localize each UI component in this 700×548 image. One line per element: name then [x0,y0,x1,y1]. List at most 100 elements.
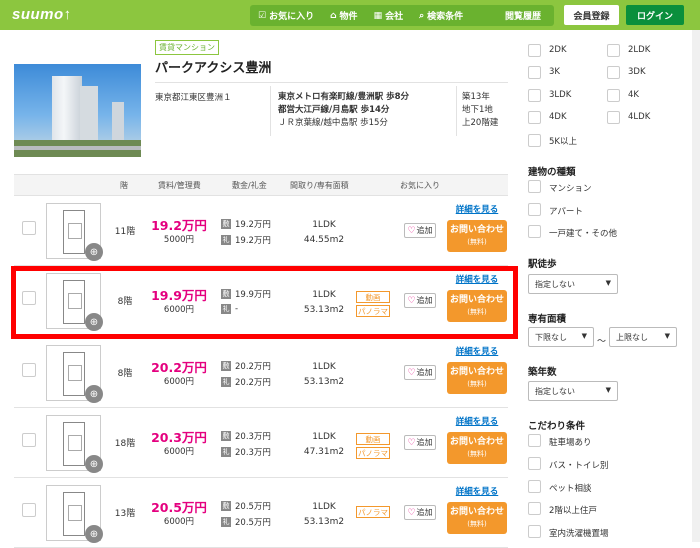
key-money-value: 19.2万円 [235,236,271,246]
preference-checkbox[interactable] [528,480,541,493]
area-min-select[interactable]: 下限なし ▼ [528,327,594,347]
preferences-title: こだわり条件 [528,421,586,432]
type-label: マンション [549,184,592,194]
key-money-icon: 礼 [221,235,231,245]
suumo-logo[interactable]: suumo↑ [12,6,72,23]
inquiry-label: お問い合わせ [449,225,504,235]
history-link[interactable]: 閲覧履歴 [505,9,541,22]
row-checkbox[interactable] [22,363,36,377]
col-deposit: 敷金/礼金 [232,181,267,190]
detail-link[interactable]: 詳細を見る [452,345,502,357]
inquiry-button[interactable]: お問い合わせ (無料) [447,432,507,464]
chevron-down-icon: ▼ [605,279,611,287]
layout-checkbox[interactable] [528,111,541,124]
layout-checkbox[interactable] [607,111,620,124]
add-favorite-button[interactable]: ♡ 追加 [404,435,436,450]
layout-label: 2DK [549,45,567,55]
age-select[interactable]: 指定しない ▼ [528,381,618,401]
row-checkbox[interactable] [22,503,36,517]
favorite-label: 追加 [416,368,433,377]
zoom-icon[interactable]: ⊕ [85,243,103,261]
nav-label: 物件 [339,12,358,22]
detail-link[interactable]: 詳細を見る [452,485,502,497]
area-min-value: 下限なし [535,333,567,342]
type-label: アパート [549,207,583,217]
layout: 1LDK [312,432,336,442]
inquiry-label: お問い合わせ [449,367,504,377]
layout-label: 3DK [628,67,646,77]
deposit-icon: 敷 [221,501,231,511]
building-floors: 上20階建 [462,118,499,128]
register-button[interactable]: 会員登録 [564,5,619,25]
layout-checkbox[interactable] [528,66,541,79]
deposit: 敷 20.2万円 [221,360,271,372]
building-type-title: 建物の種類 [528,167,576,178]
inquiry-button[interactable]: お問い合わせ (無料) [447,502,507,534]
detail-link[interactable]: 詳細を見る [452,203,502,215]
building-photo[interactable] [14,64,141,157]
zoom-icon[interactable]: ⊕ [85,455,103,473]
inquiry-sub: (無料) [467,380,487,388]
management-fee: 6000円 [163,377,195,387]
inquiry-button[interactable]: お問い合わせ (無料) [447,362,507,394]
area: 44.55m2 [303,235,345,245]
table-row: ⊕ 11階 19.2万円 5000円 敷 19.2万円礼 19.2万円 1LDK 44.55m2… [14,196,508,266]
col-floor: 階 [120,181,128,190]
rent: 20.5万円 [151,500,207,515]
media-badge[interactable]: パノラマ [356,447,390,459]
area: 47.31m2 [303,447,345,457]
nav-favorites[interactable]: ☑ お気に入り [250,9,322,23]
row-checkbox[interactable] [22,221,36,235]
zoom-icon[interactable]: ⊕ [85,525,103,543]
layout-checkbox[interactable] [607,44,620,57]
nav-properties[interactable]: ⌂ 物件 [322,9,365,23]
nav-companies[interactable]: ▦ 会社 [366,9,412,23]
detail-link[interactable]: 詳細を見る [452,415,502,427]
type-checkbox[interactable] [528,225,541,238]
building-icon: ▦ [373,10,383,21]
deposit-value: 19.2万円 [235,220,271,230]
inquiry-button[interactable]: お問い合わせ (無料) [447,220,507,252]
add-favorite-button[interactable]: ♡ 追加 [404,365,436,380]
key-money-icon: 礼 [221,447,231,457]
heart-icon: ♡ [407,225,416,236]
col-rent: 賃料/管理費 [158,181,201,190]
deposit-value: 20.5万円 [235,502,271,512]
add-favorite-button[interactable]: ♡ 追加 [404,505,436,520]
layout-checkbox[interactable] [528,89,541,102]
walk-select[interactable]: 指定しない ▼ [528,274,618,294]
layout-checkbox[interactable] [607,66,620,79]
row-checkbox[interactable] [22,433,36,447]
add-favorite-button[interactable]: ♡ 追加 [404,223,436,238]
nav-label: お気に入り [269,12,315,22]
preference-checkbox[interactable] [528,434,541,447]
nav-search-conditions[interactable]: ⌕ 検索条件 [411,9,471,23]
zoom-icon[interactable]: ⊕ [85,385,103,403]
preference-checkbox[interactable] [528,457,541,470]
preference-label: 駐車場あり [549,438,592,448]
deposit-icon: 敷 [221,361,231,371]
media-badge[interactable]: パノラマ [356,506,390,518]
layout-checkbox[interactable] [528,134,541,147]
preference-label: 室内洗濯機置場 [549,529,609,539]
area-max-select[interactable]: 上限なし ▼ [609,327,677,347]
access-line: ＪＲ京葉線/越中島駅 歩15分 [278,118,388,128]
chevron-down-icon: ▼ [664,332,670,340]
media-badge[interactable]: 動画 [356,433,390,445]
preference-checkbox[interactable] [528,525,541,538]
search-icon: ⌕ [419,10,425,21]
layout-checkbox[interactable] [528,44,541,57]
checkbox-icon: ☑ [258,10,267,21]
layout-checkbox[interactable] [607,89,620,102]
heart-icon: ♡ [407,367,416,378]
preference-label: バス・トイレ別 [549,461,609,471]
type-checkbox[interactable] [528,203,541,216]
preference-checkbox[interactable] [528,502,541,515]
type-checkbox[interactable] [528,180,541,193]
login-button[interactable]: ログイン [626,5,684,25]
scrollbar[interactable] [692,30,700,542]
preference-label: ペット相談 [549,484,592,494]
deposit-icon: 敷 [221,431,231,441]
layout-area: 1LDK 47.31m2 [289,430,359,460]
building-name[interactable]: パークアクシス豊洲 [155,57,271,76]
